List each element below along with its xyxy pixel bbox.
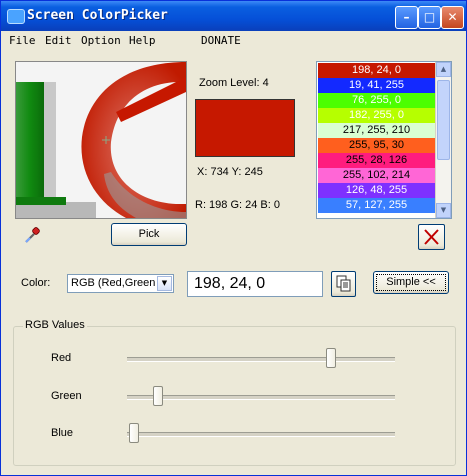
copy-button[interactable] xyxy=(331,271,356,297)
zoomed-screen-image xyxy=(16,62,186,218)
maximize-button[interactable]: □ xyxy=(418,6,441,29)
zoom-level-label: Zoom Level: 4 xyxy=(199,77,269,89)
simple-mode-button[interactable]: Simple << xyxy=(373,271,449,294)
color-history-list[interactable]: 198, 24, 0 19, 41, 255 76, 255, 0 182, 255,… xyxy=(316,61,452,219)
color-list-item[interactable]: 198, 24, 0 xyxy=(318,63,435,78)
color-format-dropdown[interactable]: RGB (Red,Green,Blue) ▼ xyxy=(67,274,174,293)
color-preview-swatch xyxy=(195,99,295,157)
green-slider-thumb[interactable] xyxy=(152,386,163,406)
color-list-item[interactable]: 182, 255, 0 xyxy=(318,108,435,123)
color-list-item[interactable]: 217, 255, 210 xyxy=(318,123,435,138)
eyedropper-icon[interactable] xyxy=(23,227,41,245)
title-bar[interactable]: Screen ColorPicker – □ ✕ xyxy=(1,1,466,31)
red-label: Red xyxy=(51,352,72,364)
red-slider-thumb[interactable] xyxy=(326,348,337,368)
red-slider-track[interactable] xyxy=(127,357,395,362)
window-title: Screen ColorPicker xyxy=(27,8,168,23)
scroll-thumb[interactable] xyxy=(437,80,450,160)
rgb-readout: R: 198 G: 24 B: 0 xyxy=(195,199,280,211)
colorpicker-window: Screen ColorPicker – □ ✕ File Edit Optio… xyxy=(0,0,467,476)
app-icon xyxy=(7,9,25,24)
color-list-item[interactable]: 57, 127, 255 xyxy=(318,198,435,213)
list-scrollbar[interactable]: ▲ ▼ xyxy=(435,62,451,218)
color-list-item[interactable]: 76, 255, 0 xyxy=(318,93,435,108)
green-slider-track[interactable] xyxy=(127,395,395,400)
scroll-up-icon[interactable]: ▲ xyxy=(436,62,451,77)
menu-help[interactable]: Help xyxy=(129,34,156,47)
blue-label: Blue xyxy=(51,427,74,439)
cursor-coordinates: X: 734 Y: 245 xyxy=(197,166,263,178)
color-value-field[interactable]: 198, 24, 0 xyxy=(187,271,323,297)
menu-file[interactable]: File xyxy=(9,34,36,47)
green-label: Green xyxy=(51,390,82,402)
menu-bar: File Edit Option Help DONATE xyxy=(1,31,466,50)
blue-slider-track[interactable] xyxy=(127,432,395,437)
scroll-down-icon[interactable]: ▼ xyxy=(436,203,451,218)
blue-slider-thumb[interactable] xyxy=(129,423,139,443)
menu-donate[interactable]: DONATE xyxy=(201,34,241,47)
chevron-down-icon[interactable]: ▼ xyxy=(157,276,172,291)
color-list-item[interactable]: 126, 48, 255 xyxy=(318,183,435,198)
clear-list-button[interactable] xyxy=(418,224,445,250)
menu-option[interactable]: Option xyxy=(81,34,121,47)
copy-icon xyxy=(336,275,351,292)
pick-button[interactable]: Pick xyxy=(111,223,187,246)
color-list-item[interactable]: 255, 95, 30 xyxy=(318,138,435,153)
color-format-selected: RGB (Red,Green,Blue) xyxy=(71,277,156,289)
minimize-button[interactable]: – xyxy=(395,6,418,29)
close-button[interactable]: ✕ xyxy=(441,6,464,29)
clear-x-icon xyxy=(424,229,439,245)
color-list-item[interactable]: 19, 41, 255 xyxy=(318,78,435,93)
color-list-item[interactable]: 255, 28, 126 xyxy=(318,153,435,168)
menu-edit[interactable]: Edit xyxy=(45,34,72,47)
color-list-item[interactable]: 255, 102, 214 xyxy=(318,168,435,183)
rgb-values-title: RGB Values xyxy=(23,319,87,331)
zoom-magnifier-view[interactable] xyxy=(15,61,187,219)
color-format-label: Color: xyxy=(21,277,51,289)
